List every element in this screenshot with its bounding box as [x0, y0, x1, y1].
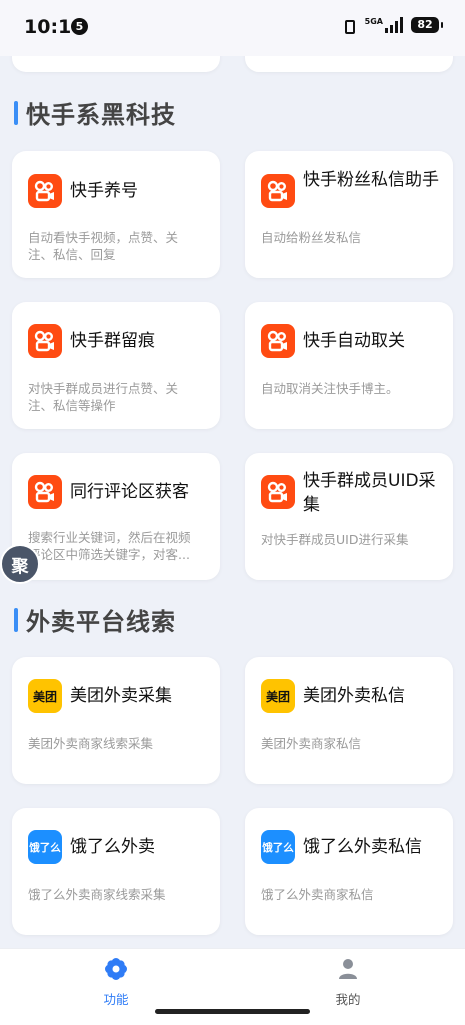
kuaishou-logo-icon	[261, 475, 295, 509]
kuaishou-logo-icon	[28, 324, 62, 358]
tab-mine[interactable]: 我的	[288, 957, 408, 1008]
card-title: 快手群留痕	[70, 331, 155, 351]
card-title: 快手群成员UID采集	[303, 471, 436, 515]
tab-functions[interactable]: 功能	[56, 957, 176, 1008]
card-description: 搜索行业关键词，然后在视频评论区中筛选关键字，对客...	[28, 530, 191, 562]
feature-card[interactable]: 快手自动取关 自动取消关注快手博主。	[245, 302, 453, 429]
meituan-logo-icon: 美团	[28, 679, 62, 713]
card-title: 饿了么外卖私信	[303, 837, 422, 857]
kuaishou-logo-icon	[261, 324, 295, 358]
card-description: 饿了么外卖商家线索采集	[28, 887, 166, 902]
feature-card[interactable]: 快手群成员UID采集 对快手群成员UID进行采集	[245, 453, 453, 580]
kuaishou-logo-icon	[28, 174, 62, 208]
signal-icon	[385, 17, 403, 33]
section-accent-bar	[14, 607, 18, 632]
battery-icon: 82	[411, 17, 443, 33]
network-type: 5GA	[364, 16, 383, 26]
card-title: 美团外卖私信	[303, 686, 405, 706]
card-description: 自动看快手视频，点赞、关注、私信、回复	[28, 230, 179, 262]
card-title: 快手养号	[70, 181, 138, 201]
home-indicator[interactable]	[155, 1009, 310, 1014]
flower-icon	[105, 958, 127, 980]
section-title: 外卖平台线索	[14, 602, 176, 637]
card-description: 对快手群成员UID进行采集	[261, 532, 409, 547]
floating-action-button[interactable]: 聚	[0, 544, 40, 584]
person-icon	[339, 959, 357, 979]
meituan-logo-icon: 美团	[261, 679, 295, 713]
card-title: 快手自动取关	[303, 331, 405, 351]
card-description: 美团外卖商家线索采集	[28, 736, 154, 751]
vibrate-icon	[343, 17, 357, 34]
section-title: 快手系黑科技	[14, 95, 176, 130]
card-description: 自动给粉丝发私信	[261, 230, 362, 245]
notification-badge: 5	[71, 18, 88, 35]
kuaishou-logo-icon	[261, 174, 295, 208]
card-description: 对快手群成员进行点赞、关注、私信等操作	[28, 381, 179, 413]
section-accent-bar	[14, 100, 18, 125]
eleme-logo-icon: 饿了么	[28, 830, 62, 864]
tab-label: 功能	[103, 992, 129, 1007]
feature-card[interactable]: 美团 美团外卖采集 美团外卖商家线索采集	[12, 657, 220, 784]
card-description: 自动取消关注快手博主。	[261, 381, 399, 396]
card-title: 快手粉丝私信助手	[303, 170, 439, 190]
section-title-text: 快手系黑科技	[26, 101, 176, 129]
status-bar: 10:16 5 5GA 82	[0, 0, 465, 56]
section-title-text: 外卖平台线索	[26, 608, 176, 636]
card-title: 同行评论区获客	[70, 482, 189, 502]
feature-card[interactable]: 饿了么 饿了么外卖 饿了么外卖商家线索采集	[12, 808, 220, 935]
eleme-logo-icon: 饿了么	[261, 830, 295, 864]
feature-card[interactable]: 快手粉丝私信助手 自动给粉丝发私信	[245, 151, 453, 278]
card-title: 美团外卖采集	[70, 686, 172, 706]
status-indicators: 5GA 82	[343, 16, 443, 34]
feature-card[interactable]: 快手群留痕 对快手群成员进行点赞、关注、私信等操作	[12, 302, 220, 429]
card-description: 美团外卖商家私信	[261, 736, 362, 751]
feature-card[interactable]: 同行评论区获客 搜索行业关键词，然后在视频评论区中筛选关键字，对客...	[12, 453, 220, 580]
feature-card[interactable]: 饿了么 饿了么外卖私信 饿了么外卖商家私信	[245, 808, 453, 935]
tab-label: 我的	[335, 992, 361, 1007]
kuaishou-logo-icon	[28, 475, 62, 509]
card-description: 饿了么外卖商家私信	[261, 887, 374, 902]
card-title: 饿了么外卖	[70, 837, 155, 857]
feature-card[interactable]: 美团 美团外卖私信 美团外卖商家私信	[245, 657, 453, 784]
main-content: 快手系黑科技 快手养号 自动看快手视频，点赞、关注、私信、回复 快手粉丝私信助手…	[0, 0, 465, 948]
feature-card[interactable]: 快手养号 自动看快手视频，点赞、关注、私信、回复	[12, 151, 220, 278]
